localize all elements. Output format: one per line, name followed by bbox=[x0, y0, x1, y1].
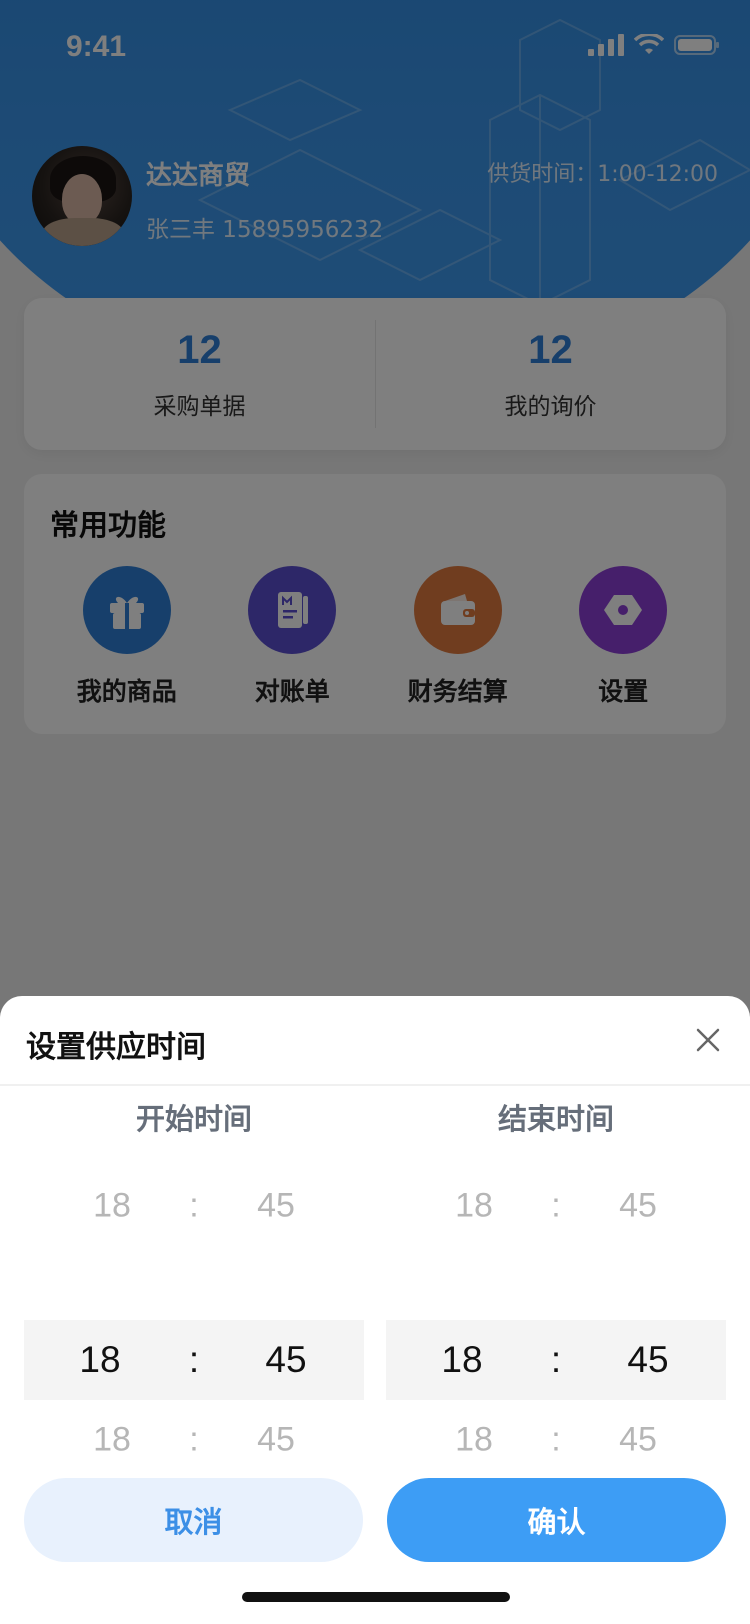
cancel-button[interactable]: 取消 bbox=[24, 1478, 363, 1562]
picker-row[interactable]: 18 : 45 bbox=[386, 1400, 726, 1480]
home-indicator[interactable] bbox=[242, 1592, 510, 1602]
end-time-title: 结束时间 bbox=[497, 1102, 614, 1136]
supply-time-sheet: 设置供应时间 开始时间 结束时间 18 : 45 18 : 45 18: 45… bbox=[0, 996, 750, 1624]
close-icon[interactable] bbox=[688, 1020, 728, 1060]
sheet-title: 设置供应时间 bbox=[26, 1030, 206, 1065]
picker-row[interactable]: 18 : 45 bbox=[24, 1400, 364, 1480]
start-time-picker[interactable]: 18 : 45 18 : 45 18 : 45 18 : 45 bbox=[24, 1166, 364, 1516]
screen: 9:41 达达商贸 张三丰 15895956232 bbox=[0, 0, 750, 1624]
sheet-actions: 取消 确认 bbox=[24, 1478, 726, 1562]
confirm-button[interactable]: 确认 bbox=[387, 1478, 726, 1562]
sheet-header: 设置供应时间 bbox=[0, 996, 750, 1086]
picker-row-selected[interactable]: 18 : 45 bbox=[386, 1320, 726, 1400]
end-time-picker[interactable]: 18 : 45 18 : 45 18 : 45 18 : 45 bbox=[386, 1166, 726, 1516]
picker-row[interactable]: 18 : 45 bbox=[386, 1166, 726, 1246]
picker-row-selected[interactable]: 18 : 45 bbox=[24, 1320, 364, 1400]
start-time-title: 开始时间 bbox=[135, 1102, 252, 1136]
picker-row[interactable]: 18 : 45 bbox=[24, 1166, 364, 1246]
